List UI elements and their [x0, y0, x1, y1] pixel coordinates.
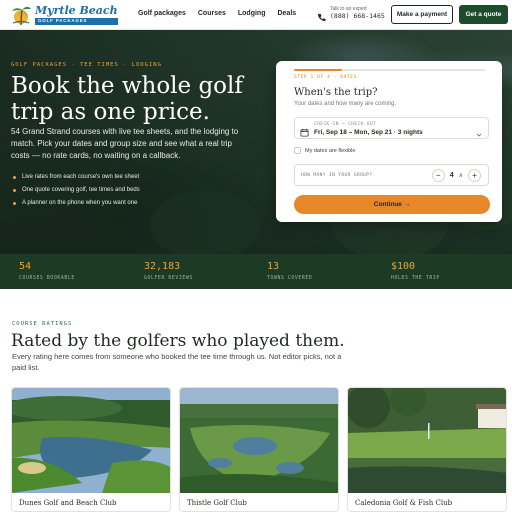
group-size-label: HOW MANY IN YOUR GROUP?: [301, 173, 373, 178]
course-card-thistle[interactable]: Thistle Golf Club: [179, 387, 339, 512]
hero-bullet: A planner on the phone when you want one: [13, 200, 140, 206]
hero-bullet: One quote covering golf, tee times and b…: [13, 187, 140, 193]
progress-bar: [294, 69, 485, 71]
course-name: Dunes Golf and Beach Club: [19, 499, 117, 507]
course-card-caledonia[interactable]: Caledonia Golf & Fish Club: [347, 387, 507, 512]
chevron-down-icon: [476, 125, 482, 137]
phone-number[interactable]: (888) 668-1465: [330, 12, 385, 20]
course-photo: [180, 388, 338, 493]
stat-value: 32,183: [144, 261, 181, 272]
flexible-dates-option[interactable]: My dates are flexible: [294, 147, 355, 154]
trip-form-card: STEP 1 OF 4 · DATES When's the trip? You…: [276, 61, 502, 222]
stat-item: 32,183 GOLFER REVIEWS: [144, 261, 193, 281]
ratings-description: Every rating here comes from someone who…: [12, 352, 342, 372]
brand-subtitle: GOLF PACKAGES: [35, 18, 118, 25]
ratings-kicker: COURSE RATINGS: [12, 321, 73, 327]
minus-button[interactable]: −: [431, 169, 445, 182]
stat-label: TOWNS COVERED: [267, 276, 313, 281]
course-name: Thistle Golf Club: [187, 499, 247, 507]
stat-value: $100: [391, 261, 416, 272]
hero-bullets: Live rates from each course's own tee sh…: [13, 174, 140, 206]
group-size-field: HOW MANY IN YOUR GROUP? − 4 ∧ +: [294, 164, 489, 186]
stat-item: $100 HOLDS THE TRIP: [391, 261, 440, 281]
stat-value: 54: [19, 261, 32, 272]
bullet-dot-icon: [13, 201, 16, 205]
brand-title: Myrtle Beach: [35, 4, 118, 18]
date-value: Fri, Sep 18 – Mon, Sep 21 · 3 nights: [314, 129, 423, 136]
calendar-icon: [300, 124, 309, 137]
make-payment-button[interactable]: Make a payment: [391, 5, 453, 24]
nav-link-courses[interactable]: Courses: [198, 10, 226, 17]
stat-label: COURSES BOOKABLE: [19, 276, 75, 281]
group-size-stepper: − 4 ∧ +: [431, 169, 481, 182]
get-quote-button[interactable]: Get a quote: [459, 5, 508, 24]
flexible-dates-label: My dates are flexible: [305, 147, 356, 154]
stats-bar: 54 COURSES BOOKABLE 32,183 GOLFER REVIEW…: [0, 254, 512, 289]
continue-button[interactable]: Continue →: [294, 195, 490, 214]
stat-label: GOLFER REVIEWS: [144, 276, 193, 281]
course-name: Caledonia Golf & Fish Club: [355, 499, 453, 507]
nav-link-lodging[interactable]: Lodging: [238, 10, 266, 17]
plus-button[interactable]: +: [468, 169, 481, 182]
course-photo: [12, 388, 170, 493]
hero-kicker: GOLF PACKAGES · TEE TIMES · LODGING: [11, 62, 162, 68]
nav-link-golf-packages[interactable]: Golf packages: [138, 10, 186, 17]
bullet-dot-icon: [13, 188, 16, 192]
bullet-dot-icon: [13, 175, 16, 179]
hero-bullet: Live rates from each course's own tee sh…: [13, 174, 140, 180]
phone-icon: [317, 9, 326, 22]
progress-fill: [294, 69, 342, 71]
flexible-dates-checkbox[interactable]: [294, 147, 301, 154]
date-range-field[interactable]: CHECK-IN → CHECK-OUT Fri, Sep 18 – Mon, …: [294, 117, 489, 139]
stat-value: 13: [267, 261, 280, 272]
nav-link-deals[interactable]: Deals: [277, 10, 296, 17]
stat-item: 54 COURSES BOOKABLE: [19, 261, 75, 281]
stat-item: 13 TOWNS COVERED: [267, 261, 312, 281]
nav-links: Golf packages Courses Lodging Deals: [138, 10, 296, 17]
form-step: STEP 1 OF 4 · DATES: [294, 75, 357, 80]
date-label: CHECK-IN → CHECK-OUT: [314, 122, 377, 127]
form-subtitle: Your dates and how many are coming.: [294, 101, 397, 107]
hero-description: 54 Grand Strand courses with live tee sh…: [11, 127, 239, 160]
brand-logo[interactable]: Myrtle Beach GOLF PACKAGES: [10, 3, 118, 27]
phone-contact[interactable]: Talk to an expert (888) 668-1465: [317, 6, 385, 22]
ratings-title: Rated by the golfers who played them.: [11, 331, 345, 351]
group-size-value: 4: [449, 172, 454, 179]
hero-title: Book the whole golf trip as one price.: [11, 73, 243, 125]
caret-up-icon: ∧: [458, 173, 463, 179]
top-nav: Myrtle Beach GOLF PACKAGES Golf packages…: [0, 0, 512, 30]
stat-label: HOLDS THE TRIP: [391, 276, 440, 281]
course-card-dunes[interactable]: Dunes Golf and Beach Club: [11, 387, 171, 512]
course-photo: [348, 388, 506, 493]
palm-tree-icon: [10, 4, 32, 26]
form-title: When's the trip?: [294, 87, 378, 98]
